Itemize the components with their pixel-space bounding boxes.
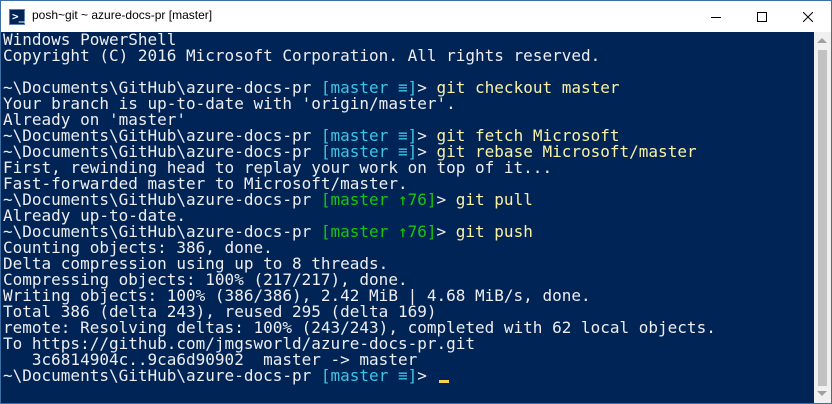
scroll-up-icon[interactable] <box>817 38 827 43</box>
scrollbar-thumb[interactable] <box>818 50 827 386</box>
minimize-button[interactable] <box>693 1 739 32</box>
prompt-line: ~\Documents\GitHub\azure-docs-pr [master… <box>3 368 449 384</box>
terminal-area[interactable]: Windows PowerShell Copyright (C) 2016 Mi… <box>1 32 814 403</box>
maximize-button[interactable] <box>739 1 785 32</box>
powershell-icon[interactable]: >_ <box>9 9 25 25</box>
command: git pull <box>455 190 533 209</box>
vertical-scrollbar[interactable] <box>814 32 831 403</box>
maximize-icon <box>757 11 767 22</box>
close-icon <box>803 11 813 22</box>
close-button[interactable] <box>785 1 831 32</box>
git-status: [master ≡] <box>320 366 418 385</box>
git-status: [master ↑76] <box>320 222 437 241</box>
command: git checkout master <box>436 78 620 97</box>
header-line: Copyright (C) 2016 Microsoft Corporation… <box>3 46 601 65</box>
command: git push <box>455 222 533 241</box>
scroll-down-icon[interactable] <box>817 391 827 396</box>
text-cursor <box>438 380 449 383</box>
powershell-window: >_ posh~git ~ azure-docs-pr [master] Win… <box>0 0 832 404</box>
minimize-icon <box>711 16 721 18</box>
window-title: posh~git ~ azure-docs-pr [master] <box>32 8 213 22</box>
title-bar[interactable]: >_ posh~git ~ azure-docs-pr [master] <box>1 1 831 32</box>
git-status: [master ↑76] <box>320 190 437 209</box>
